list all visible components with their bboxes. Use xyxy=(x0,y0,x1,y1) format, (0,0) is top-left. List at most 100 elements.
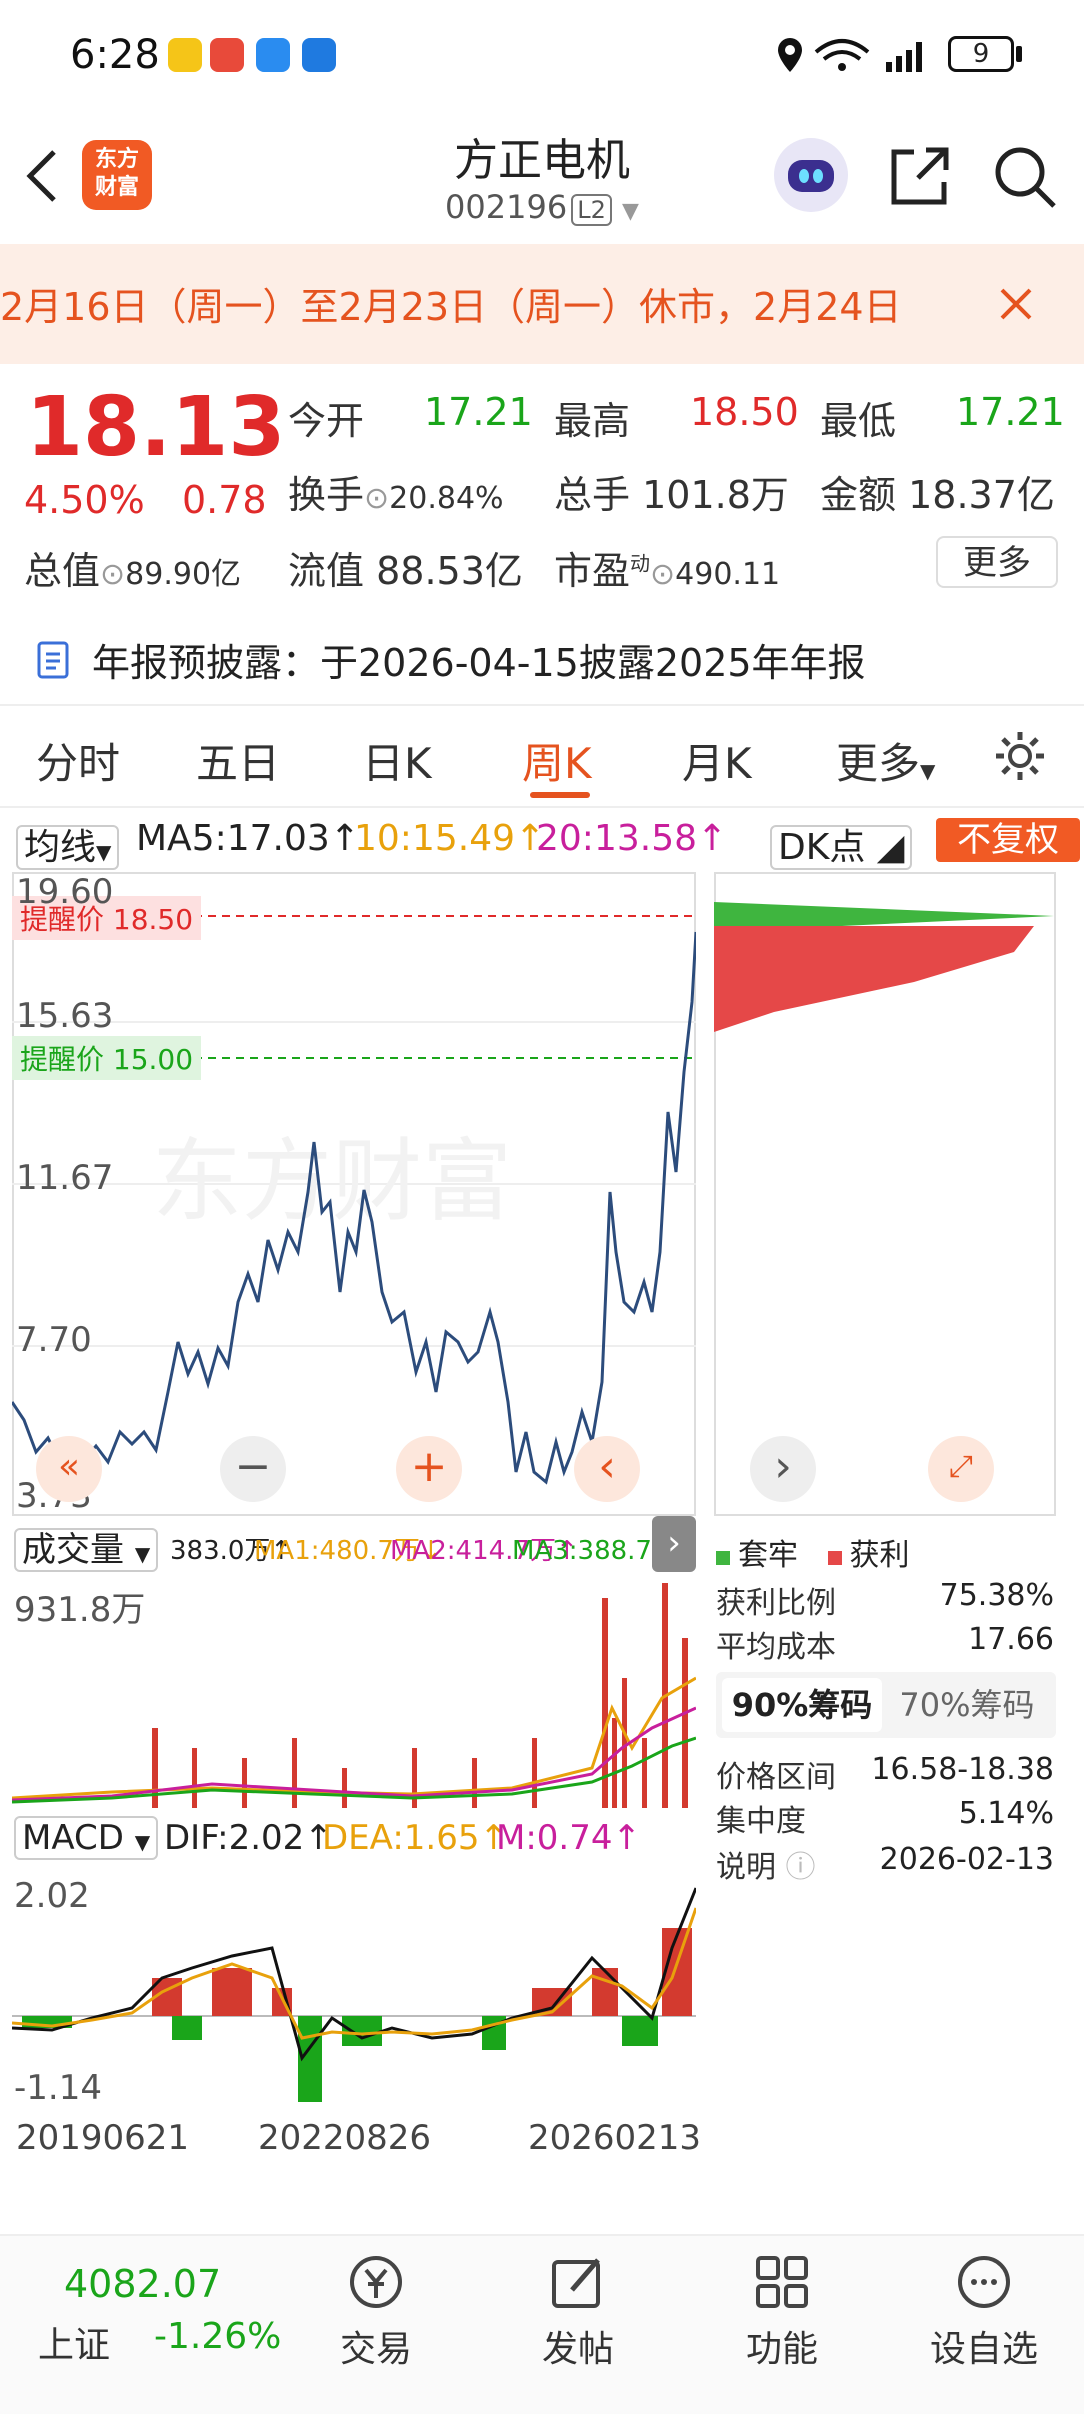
tab-five-day[interactable]: 五日 xyxy=(196,730,280,791)
ma-select[interactable]: 均线▼ xyxy=(16,818,120,870)
avg-cost-value: 17.66 xyxy=(968,1622,1054,1657)
open-label: 今开 xyxy=(288,399,365,443)
turnover-value: 20.84% xyxy=(389,481,504,516)
share-icon[interactable] xyxy=(888,144,952,208)
stock-code: 002196 xyxy=(445,188,568,226)
volume-select[interactable]: 成交量 ▼ xyxy=(14,1522,159,1572)
close-icon[interactable] xyxy=(998,286,1034,322)
macd-select[interactable]: MACD ▼ xyxy=(14,1816,159,1860)
macd-svg xyxy=(11,1887,698,2102)
macd-dif: DIF:2.02↑ xyxy=(164,1818,333,1858)
note-date: 2026-02-13 xyxy=(879,1842,1054,1877)
index-percent: -1.26% xyxy=(154,2316,282,2357)
app-notification-icon xyxy=(210,38,244,72)
turnover-label: 换手 xyxy=(288,473,365,517)
status-time: 6:28 xyxy=(70,32,160,78)
macd-select-label: MACD xyxy=(22,1818,124,1858)
change-amount: 0.78 xyxy=(182,478,267,522)
index-name[interactable]: 上证 xyxy=(38,2316,110,2368)
expand-indicators-button[interactable]: › xyxy=(652,1516,696,1572)
price-range-value: 16.58-18.38 xyxy=(871,1752,1054,1787)
trade-label: 交易 xyxy=(339,2329,412,2370)
avg-cost-label: 平均成本 xyxy=(716,1630,836,1665)
chip-90-tab[interactable]: 90%筹码 xyxy=(722,1678,882,1732)
x-axis-label: 20190621 xyxy=(16,2118,190,2158)
tab-daily-k[interactable]: 日K xyxy=(362,730,432,791)
yen-cycle-icon xyxy=(350,2256,402,2308)
float-value: 流值 88.53亿 xyxy=(288,540,523,595)
info-icon[interactable]: ⊙ xyxy=(100,557,125,592)
dk-label: DK点 xyxy=(778,827,866,868)
caret-down-icon: ▼ xyxy=(920,759,936,783)
document-icon xyxy=(37,641,69,679)
amount-label: 金额 xyxy=(820,473,897,517)
add-watchlist-button[interactable]: 设自选 xyxy=(914,2240,1054,2372)
index-value[interactable]: 4082.07 xyxy=(64,2262,221,2306)
signal-icons xyxy=(778,38,922,72)
active-tab-indicator xyxy=(530,792,590,798)
scroll-left-icon[interactable]: ‹ xyxy=(574,1436,640,1502)
battery-icon: 9 xyxy=(948,36,1014,72)
macd-chart[interactable] xyxy=(11,1868,698,2102)
y-tick: 15.63 xyxy=(16,996,114,1036)
float-value-value: 88.53亿 xyxy=(376,549,523,593)
pe-ratio: 市盈动⊙490.11 xyxy=(554,540,780,595)
ma-select-label: 均线 xyxy=(24,827,97,868)
level-badge: L2 xyxy=(571,194,612,226)
amount-value: 18.37亿 xyxy=(908,473,1055,517)
macd-top: 2.02 xyxy=(14,1876,90,1916)
price-range-label: 价格区间 xyxy=(716,1760,836,1795)
post-button[interactable]: 发帖 xyxy=(508,2240,648,2372)
notice-text: 2月16日（周一）至2月23日（周一）休市，2月24日 xyxy=(0,285,902,329)
trade-button[interactable]: 交易 xyxy=(306,2240,446,2372)
tab-monthly-k[interactable]: 月K xyxy=(682,730,752,791)
divider xyxy=(0,806,1084,808)
legend-trapped: 套牢 xyxy=(738,1538,798,1573)
dk-select[interactable]: DK点 ◢ xyxy=(770,818,913,870)
chip-legend: 套牢 获利 xyxy=(716,1530,910,1574)
functions-button[interactable]: 功能 xyxy=(712,2240,852,2372)
status-bar: 6:28 9 xyxy=(0,0,1084,110)
profit-ratio-value: 75.38% xyxy=(939,1578,1054,1613)
alert-price-low[interactable]: 提醒价 15.00 xyxy=(12,1036,202,1080)
open-value: 17.21 xyxy=(424,390,533,434)
tab-more[interactable]: 更多▼ xyxy=(836,730,935,791)
search-icon[interactable] xyxy=(992,144,1058,210)
y-tick: 7.70 xyxy=(16,1320,92,1360)
total-value: 总值⊙89.90亿 xyxy=(24,540,241,595)
legend-profit: 获利 xyxy=(849,1538,910,1573)
macd-dea: DEA:1.65↑ xyxy=(322,1818,508,1858)
gear-icon[interactable] xyxy=(992,728,1048,784)
volume: 总手 101.8万 xyxy=(554,464,789,519)
y-tick: 19.60 xyxy=(16,872,114,912)
edit-icon xyxy=(552,2258,600,2308)
notification-icon xyxy=(168,38,202,72)
assistant-robot-icon[interactable] xyxy=(774,138,848,212)
note-label[interactable]: 说明 ⓘ xyxy=(716,1842,816,1886)
total-value-label: 总值 xyxy=(24,549,101,593)
total-value-value: 89.90亿 xyxy=(125,557,242,592)
info-icon[interactable]: ⊙ xyxy=(364,481,389,516)
tab-weekly-k[interactable]: 周K xyxy=(522,730,592,791)
info-icon[interactable]: ⊙ xyxy=(650,557,675,592)
adjust-type-button[interactable]: 不复权 xyxy=(936,818,1080,862)
turnover: 换手⊙20.84% xyxy=(288,464,504,519)
concentration-value: 5.14% xyxy=(958,1796,1054,1831)
pe-value: 490.11 xyxy=(675,557,781,592)
chip-distribution-chart xyxy=(714,902,1054,1032)
chip-70-tab[interactable]: 70%筹码 xyxy=(882,1678,1052,1732)
zoom-out-button[interactable]: − xyxy=(220,1436,286,1502)
macd-m: M:0.74↑ xyxy=(496,1818,641,1858)
scroll-left-fast-icon[interactable]: « xyxy=(36,1436,102,1502)
float-value-label: 流值 xyxy=(288,549,365,593)
zoom-in-button[interactable]: + xyxy=(396,1436,462,1502)
pe-label: 市盈 xyxy=(554,549,631,593)
high-value: 18.50 xyxy=(690,390,799,434)
tab-intraday[interactable]: 分时 xyxy=(36,730,120,791)
volume-max: 931.8万 xyxy=(14,1590,146,1630)
annual-report-notice[interactable]: 年报预披露：于2026-04-15披露2025年年报 xyxy=(92,632,866,687)
message-icon xyxy=(256,38,290,72)
info-icon: ⓘ xyxy=(785,1850,816,1885)
more-button[interactable]: 更多 xyxy=(936,536,1058,588)
chevron-down-icon: ▼ xyxy=(622,199,639,224)
